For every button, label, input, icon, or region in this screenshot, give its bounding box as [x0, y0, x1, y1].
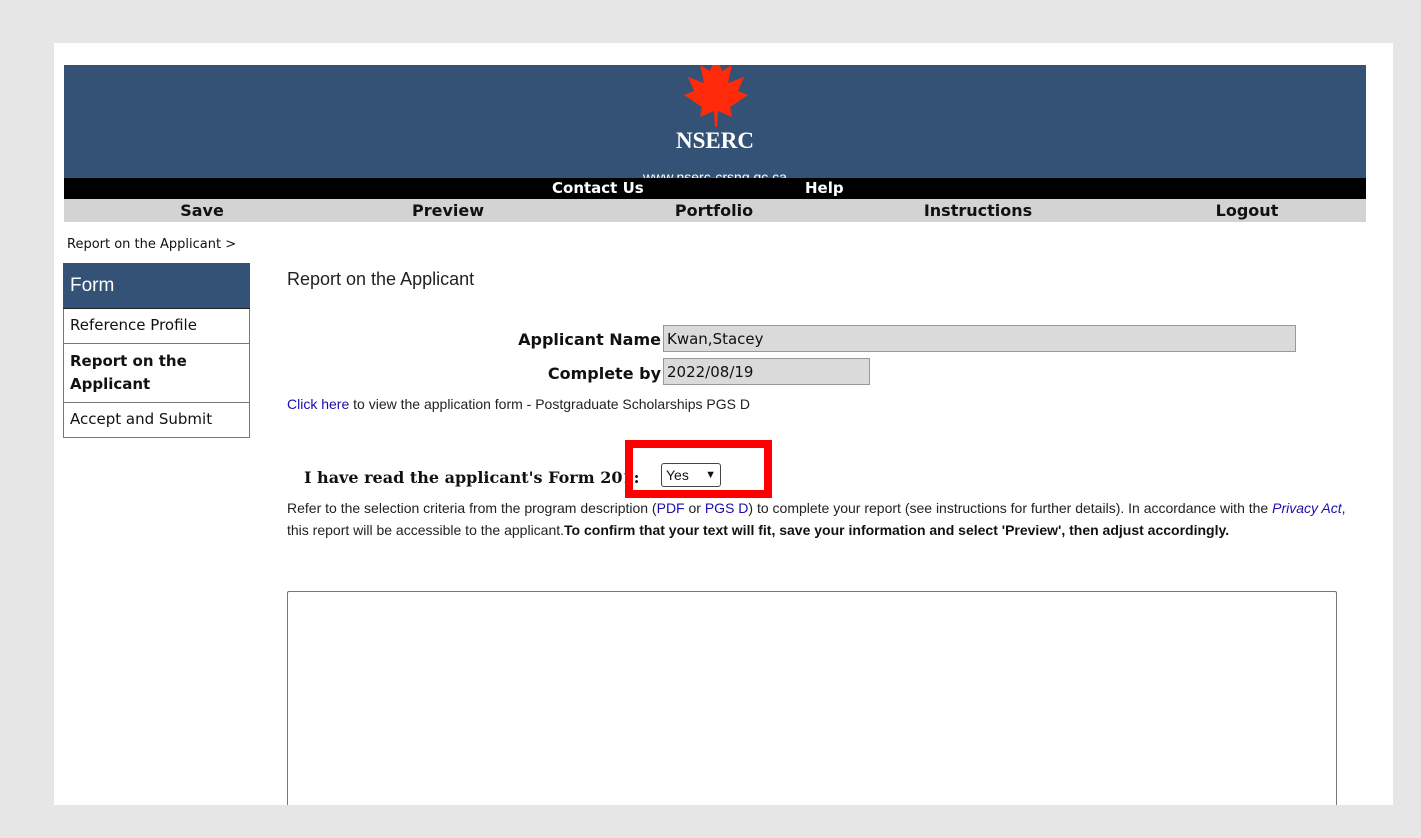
- click-here-link[interactable]: Click here: [287, 396, 349, 412]
- top-links-bar: Contact Us Help: [64, 178, 1366, 199]
- help-link[interactable]: Help: [805, 179, 844, 197]
- main-menu: Save Preview Portfolio Instructions Logo…: [64, 199, 1366, 222]
- maple-leaf-icon: [684, 65, 748, 127]
- logout-button[interactable]: Logout: [1216, 201, 1279, 220]
- save-button[interactable]: Save: [180, 201, 224, 220]
- form201-select[interactable]: Yes ▼: [661, 463, 721, 487]
- sidebar-title: Form: [63, 263, 250, 309]
- contact-us-link[interactable]: Contact Us: [552, 179, 644, 197]
- applicant-name-field: Kwan,Stacey: [663, 325, 1296, 352]
- report-textarea[interactable]: [287, 591, 1337, 805]
- page-title: Report on the Applicant: [287, 269, 475, 289]
- form201-selected-value: Yes: [666, 467, 689, 483]
- portfolio-button[interactable]: Portfolio: [675, 201, 753, 220]
- application-form-note: Click here to view the application form …: [287, 396, 750, 412]
- chevron-down-icon: ▼: [705, 469, 716, 481]
- para-text-or: or: [684, 500, 705, 516]
- instructions-button[interactable]: Instructions: [924, 201, 1032, 220]
- complete-by-field: 2022/08/19: [663, 358, 870, 385]
- preview-button[interactable]: Preview: [412, 201, 484, 220]
- header-banner: NSERC www.nserc-crsng.gc.ca: [64, 65, 1366, 185]
- click-here-note: to view the application form - Postgradu…: [353, 396, 751, 412]
- complete-by-label: Complete by: [547, 364, 661, 383]
- breadcrumb[interactable]: Report on the Applicant >: [67, 237, 236, 252]
- pdf-link[interactable]: PDF: [657, 500, 685, 516]
- sidebar-item-report-on-the-applicant[interactable]: Report on the Applicant: [63, 344, 250, 403]
- para-text-1: Refer to the selection criteria from the…: [287, 500, 657, 516]
- applicant-name-label: Applicant Name: [518, 330, 661, 349]
- form201-label: I have read the applicant's Form 201:: [304, 468, 640, 487]
- sidebar-item-accept-and-submit[interactable]: Accept and Submit: [63, 403, 250, 438]
- privacy-act-link[interactable]: Privacy Act: [1272, 500, 1342, 516]
- sidebar-item-reference-profile[interactable]: Reference Profile: [63, 309, 250, 344]
- pgs-d-link[interactable]: PGS D: [705, 500, 749, 516]
- para-bold-instruction: To confirm that your text will fit, save…: [564, 522, 1230, 538]
- brand-name: NSERC: [676, 128, 754, 153]
- page: NSERC www.nserc-crsng.gc.ca Contact Us H…: [54, 43, 1393, 805]
- sidebar: Form Reference Profile Report on the App…: [63, 263, 250, 438]
- para-text-2: ) to complete your report (see instructi…: [748, 500, 1273, 516]
- instructions-paragraph: Refer to the selection criteria from the…: [287, 497, 1367, 541]
